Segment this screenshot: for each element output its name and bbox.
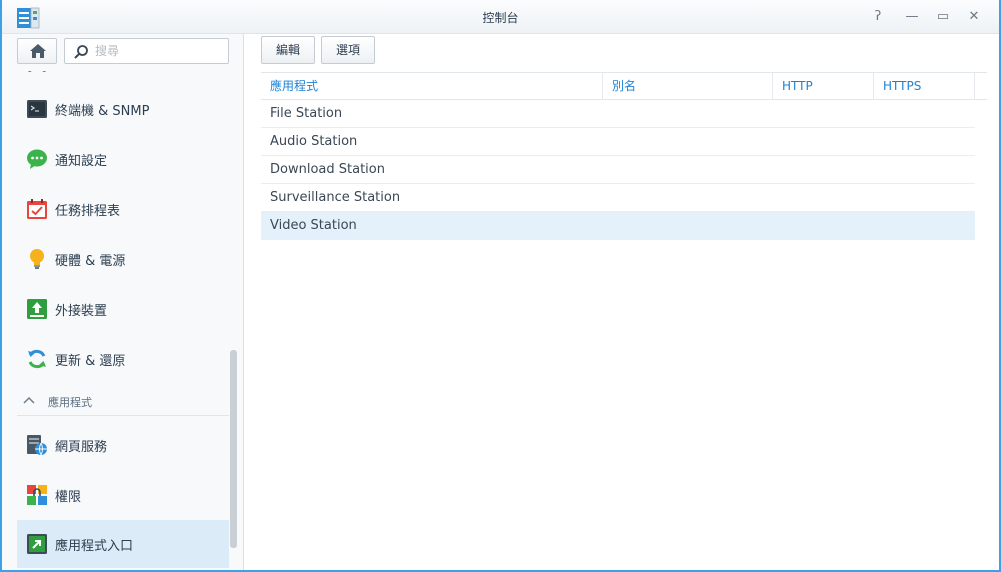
web-services-icon [27, 435, 47, 456]
maximize-icon[interactable]: ▭ [935, 9, 951, 25]
sidebar-item-label: 硬體 & 電源 [55, 254, 126, 269]
window-title: 控制台 [482, 11, 519, 25]
sidebar-scrollbar[interactable] [230, 350, 237, 548]
section-applications-header[interactable]: 應用程式 [17, 386, 229, 416]
title-bar[interactable]: 控制台 ʔ — ▭ ✕ [2, 0, 999, 34]
sidebar-item-label: 應用程式入口 [55, 539, 134, 554]
sidebar-item-external-devices[interactable]: 外接裝置 [17, 285, 229, 333]
sidebar-item-update-restore[interactable]: 更新 & 還原 [17, 335, 229, 383]
sidebar-item-label: 權限 [55, 490, 82, 505]
table-row[interactable]: Audio Station [261, 128, 975, 156]
table-header: 應用程式 別名 HTTP HTTPS [261, 72, 987, 100]
cell-application: File Station [270, 106, 343, 121]
sidebar-item-privileges[interactable]: 權限 [17, 471, 229, 519]
application-portal-table: 應用程式 別名 HTTP HTTPS File Station Audio St… [261, 72, 987, 240]
terminal-icon [27, 100, 47, 118]
sidebar-item-web-services[interactable]: 網頁服務 [17, 421, 229, 469]
cell-application: Surveillance Station [270, 190, 401, 205]
home-button[interactable] [17, 38, 57, 64]
column-header-https[interactable]: HTTPS [874, 73, 975, 100]
search-field[interactable] [64, 38, 229, 64]
cell-application: Video Station [270, 218, 357, 233]
sidebar-item-label: 網頁服務 [55, 440, 108, 455]
table-row[interactable]: File Station [261, 100, 975, 128]
cell-application: Audio Station [270, 134, 358, 149]
search-input[interactable] [95, 42, 223, 60]
control-panel-window: 控制台 ʔ — ▭ ✕ 搜尋 終端機 & SNMP 通知設定 任務排程表 硬體 … [0, 0, 1001, 572]
partial-clipped-icon [26, 64, 48, 72]
application-portal-icon [27, 534, 47, 554]
sidebar-item-label: 通知設定 [55, 154, 108, 169]
sidebar: 終端機 & SNMP 通知設定 任務排程表 [2, 34, 244, 570]
update-restore-icon [28, 349, 46, 369]
chevron-up-icon [23, 396, 35, 404]
sidebar-item-label: 更新 & 還原 [55, 354, 126, 369]
home-icon [30, 44, 46, 58]
table-row[interactable]: Download Station [261, 156, 975, 184]
help-icon[interactable]: ʔ [870, 9, 886, 25]
table-row-selected[interactable]: Video Station [261, 212, 975, 240]
sidebar-item-label: 任務排程表 [55, 204, 121, 219]
sidebar-item-task-scheduler[interactable]: 任務排程表 [17, 185, 229, 233]
privileges-icon [27, 485, 47, 505]
sidebar-item-label: 終端機 & SNMP [55, 104, 150, 119]
edit-button[interactable]: 編輯 [261, 36, 315, 64]
task-scheduler-icon [27, 199, 47, 219]
notification-icon [27, 149, 47, 169]
search-icon [74, 45, 88, 59]
sidebar-item-terminal-snmp[interactable]: 終端機 & SNMP [17, 85, 229, 133]
column-header-application[interactable]: 應用程式 [261, 73, 603, 100]
minimize-icon[interactable]: — [904, 9, 920, 25]
sidebar-item-label: 外接裝置 [55, 304, 108, 319]
close-icon[interactable]: ✕ [966, 9, 982, 25]
table-row[interactable]: Surveillance Station [261, 184, 975, 212]
sidebar-item-notification[interactable]: 通知設定 [17, 135, 229, 183]
sidebar-item-hardware-power[interactable]: 硬體 & 電源 [17, 235, 229, 283]
options-button[interactable]: 選項 [321, 36, 375, 64]
external-device-icon [27, 299, 47, 319]
column-header-alias[interactable]: 別名 [603, 73, 773, 100]
cell-application: Download Station [270, 162, 385, 177]
sidebar-item-application-portal[interactable]: 應用程式入口 [17, 520, 229, 568]
column-header-http[interactable]: HTTP [773, 73, 874, 100]
section-label: 應用程式 [48, 396, 92, 409]
lightbulb-icon [30, 249, 44, 269]
